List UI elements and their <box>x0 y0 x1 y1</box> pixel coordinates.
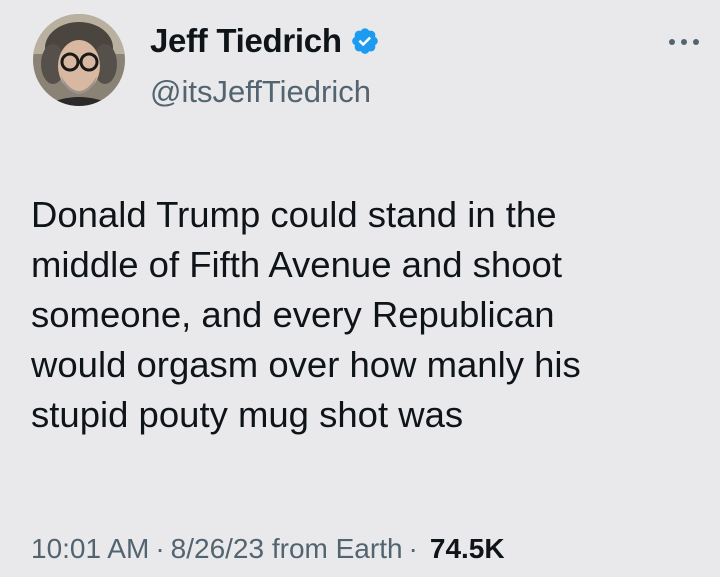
view-count[interactable]: 74.5K <box>424 533 505 564</box>
avatar-image <box>33 14 125 106</box>
tweet-text: Donald Trump could stand in the middle o… <box>31 194 581 435</box>
meta-separator: · <box>155 533 165 564</box>
verified-badge-icon <box>350 26 380 56</box>
meta-separator: · <box>408 533 418 564</box>
tweet-date[interactable]: 8/26/23 <box>171 533 264 564</box>
tweet-source[interactable]: from Earth <box>272 533 403 564</box>
tweet-card: Jeff Tiedrich @itsJeffTiedrich Donald Tr… <box>0 0 720 577</box>
tweet-time[interactable]: 10:01 AM <box>31 533 149 564</box>
avatar[interactable] <box>33 14 125 106</box>
tweet-meta: 10:01 AM · 8/26/23 from Earth · 74.5K <box>31 533 505 565</box>
author-handle[interactable]: @itsJeffTiedrich <box>150 74 371 110</box>
author-name-row: Jeff Tiedrich <box>150 22 380 60</box>
author-name[interactable]: Jeff Tiedrich <box>150 22 342 60</box>
more-options-icon[interactable] <box>662 30 706 54</box>
